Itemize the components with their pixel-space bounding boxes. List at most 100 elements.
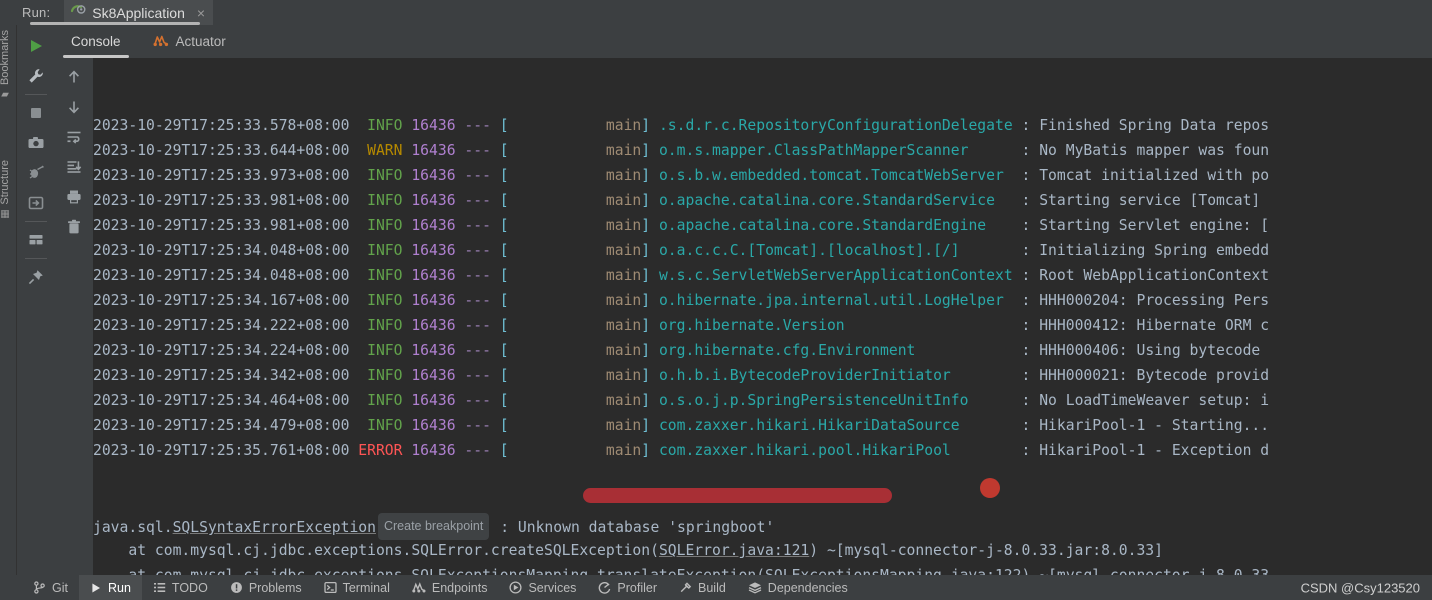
log-bracket: [ (499, 367, 509, 384)
log-bracket: [ (499, 167, 509, 184)
close-icon[interactable]: × (197, 6, 205, 20)
source-file-link[interactable]: SQLError.java:121 (659, 542, 809, 559)
log-message: HHH000406: Using bytecode (1039, 342, 1261, 359)
console-actions-toolbar (55, 58, 93, 575)
log-line: 2023-10-29T17:25:33.973+08:00 INFO 16436… (93, 163, 1432, 188)
log-line: 2023-10-29T17:25:34.464+08:00 INFO 16436… (93, 388, 1432, 413)
log-bracket: [ (499, 217, 509, 234)
bookmarks-label: Bookmarks (0, 30, 11, 86)
structure-label: Structure (0, 160, 11, 205)
log-level: INFO (358, 417, 403, 434)
arrow-up-icon[interactable] (58, 62, 90, 92)
status-bar-item-services[interactable]: Services (498, 575, 587, 600)
exception-message: Unknown database 'springboot' (517, 519, 775, 536)
log-pid: 16436 (411, 342, 456, 359)
log-message: HHH000412: Hibernate ORM c (1039, 317, 1270, 334)
log-bracket: ] (641, 367, 651, 384)
run-toolwindow-header: Run: Sk8Application × (0, 0, 1432, 25)
log-separator: --- (464, 217, 491, 234)
stop-icon[interactable] (20, 98, 52, 128)
log-pid: 16436 (411, 442, 456, 459)
log-lines: 2023-10-29T17:25:33.578+08:00 INFO 16436… (93, 113, 1432, 575)
log-timestamp: 2023-10-29T17:25:34.222+08:00 (93, 317, 350, 334)
wrench-icon[interactable] (20, 61, 52, 91)
exception-package: java.sql. (93, 519, 173, 536)
log-message: Finished Spring Data repos (1039, 117, 1270, 134)
create-breakpoint-hint[interactable]: Create breakpoint (377, 513, 490, 540)
log-thread: main (508, 117, 642, 134)
run-actions-toolbar (17, 25, 55, 575)
rerun-icon[interactable] (20, 31, 52, 61)
status-bar-item-profiler[interactable]: Profiler (587, 575, 668, 600)
stack-frame-method: at com.mysql.cj.jdbc.exceptions.SQLError… (93, 542, 659, 559)
log-thread: main (508, 217, 642, 234)
soft-wrap-icon[interactable] (58, 122, 90, 152)
bottom-status-bar: Git Run TODO Problems Terminal Endpoints Servi… (0, 575, 1432, 600)
tab-actuator[interactable]: Actuator (137, 25, 242, 58)
pin-icon[interactable] (20, 262, 52, 292)
log-line: 2023-10-29T17:25:34.224+08:00 INFO 16436… (93, 338, 1432, 363)
log-timestamp: 2023-10-29T17:25:34.048+08:00 (93, 242, 350, 259)
log-logger: o.apache.catalina.core.StandardEngine (658, 217, 1022, 234)
log-line: 2023-10-29T17:25:33.981+08:00 INFO 16436… (93, 188, 1432, 213)
layout-icon[interactable] (20, 225, 52, 255)
log-bracket: ] (641, 242, 651, 259)
status-bar-item-terminal[interactable]: Terminal (313, 575, 401, 600)
trash-icon[interactable] (58, 212, 90, 242)
status-bar-item-label: Problems (248, 580, 302, 595)
status-bar-item-endpoints[interactable]: Endpoints (401, 575, 499, 600)
log-logger: o.hibernate.jpa.internal.util.LogHelper (658, 292, 1022, 309)
status-bar-item-build[interactable]: Build (668, 575, 737, 600)
log-pid: 16436 (411, 142, 456, 159)
log-message: HHH000021: Bytecode provid (1039, 367, 1270, 384)
status-bar-item-run[interactable]: Run (78, 575, 142, 600)
terminal-icon (323, 581, 337, 594)
log-separator: --- (464, 417, 491, 434)
log-bracket: [ (499, 117, 509, 134)
log-pid: 16436 (411, 242, 456, 259)
log-line: 2023-10-29T17:25:34.048+08:00 INFO 16436… (93, 263, 1432, 288)
log-separator: --- (464, 292, 491, 309)
status-bar-item-dependencies[interactable]: Dependencies (737, 575, 859, 600)
status-bar-item-label: Run (107, 580, 131, 595)
sidebar-item-structure[interactable]: ▦ Structure (0, 160, 11, 220)
bug-icon[interactable] (20, 158, 52, 188)
log-logger: o.m.s.mapper.ClassPathMapperScanner (658, 142, 1022, 159)
stack-trace-line: at com.mysql.cj.jdbc.exceptions.SQLError… (93, 538, 1432, 563)
exception-type-link[interactable]: SQLSyntaxErrorException (173, 519, 376, 536)
status-bar-item-git[interactable]: Git (22, 575, 79, 600)
log-bracket: [ (499, 417, 509, 434)
tab-console[interactable]: Console (55, 25, 137, 58)
sidebar-item-bookmarks[interactable]: ▰ Bookmarks (0, 30, 11, 100)
toolbar-divider (25, 258, 47, 259)
log-bracket: [ (499, 292, 509, 309)
log-message: No MyBatis mapper was foun (1039, 142, 1270, 159)
log-message: HHH000204: Processing Pers (1039, 292, 1270, 309)
log-logger: w.s.c.ServletWebServerApplicationContext (658, 267, 1022, 284)
status-bar-item-todo[interactable]: TODO (142, 575, 219, 600)
status-bar-item-label: Git (52, 580, 68, 595)
arrow-down-icon[interactable] (58, 92, 90, 122)
log-logger: com.zaxxer.hikari.pool.HikariPool (658, 442, 1022, 459)
log-level: ERROR (358, 442, 403, 459)
status-bar-item-label: Build (698, 580, 726, 595)
annotation-underline (583, 488, 892, 503)
log-bracket: ] (641, 267, 651, 284)
watermark: CSDN @Csy123520 (1300, 580, 1420, 595)
log-level: INFO (358, 292, 403, 309)
log-bracket: [ (499, 242, 509, 259)
camera-icon[interactable] (20, 128, 52, 158)
log-thread: main (508, 267, 642, 284)
idea-run-tool-window: Run: Sk8Application × ▰ Bookmarks ▦ Stru… (0, 0, 1432, 600)
log-logger: org.hibernate.Version (658, 317, 1022, 334)
export-icon[interactable] (20, 188, 52, 218)
bookmark-icon: ▰ (0, 89, 11, 101)
status-bar-item-problems[interactable]: Problems (219, 575, 313, 600)
source-file-link[interactable]: SQLExceptionsMapping.java:122 (765, 567, 1021, 575)
log-level: INFO (358, 192, 403, 209)
log-timestamp: 2023-10-29T17:25:34.342+08:00 (93, 367, 350, 384)
structure-icon: ▦ (0, 208, 11, 220)
print-icon[interactable] (58, 182, 90, 212)
log-bracket: ] (641, 392, 651, 409)
scroll-to-end-icon[interactable] (58, 152, 90, 182)
